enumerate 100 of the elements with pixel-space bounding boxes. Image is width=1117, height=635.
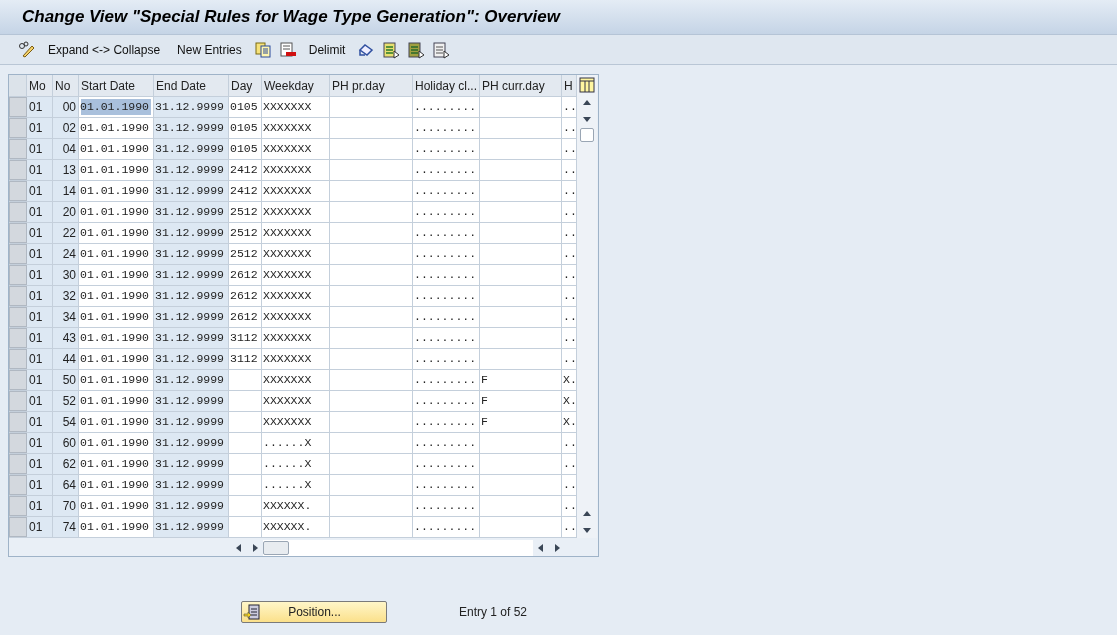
column-header[interactable]: PH curr.day [480, 75, 562, 96]
column-settings-icon[interactable] [578, 75, 596, 95]
delete-row-icon[interactable] [278, 40, 297, 59]
table-cell: 01 [27, 391, 53, 411]
table-cell: 31.12.9999 [154, 433, 229, 453]
table-cell: ......... [413, 139, 480, 159]
table-cell: 52 [53, 391, 79, 411]
table-cell: 01 [27, 286, 53, 306]
scroll-down-icon[interactable] [582, 525, 592, 535]
table-cell: XXXXXX. [262, 496, 330, 516]
table-cell: 01.01.1990 [79, 475, 154, 495]
column-header[interactable]: PH pr.day [330, 75, 413, 96]
column-header[interactable]: Day [229, 75, 262, 96]
table-cell: 60 [53, 433, 79, 453]
window-title: Change View "Special Rules for Wage Type Generation": Overview [22, 6, 560, 29]
table-cell: 01 [27, 433, 53, 453]
deselect-icon[interactable] [432, 40, 451, 59]
table-cell: .. [562, 433, 577, 453]
toolbar-button[interactable]: Delimit [303, 40, 351, 59]
select-block-icon[interactable] [407, 40, 426, 59]
row-selector[interactable] [9, 370, 27, 390]
column-header[interactable]: Weekday [262, 75, 330, 96]
table-cell: .. [562, 244, 577, 264]
table-cell: 62 [53, 454, 79, 474]
row-selector[interactable] [9, 307, 27, 327]
row-selector[interactable] [9, 391, 27, 411]
table-cell: 01 [27, 475, 53, 495]
scroll-thumb[interactable] [580, 128, 594, 142]
table-cell: 31.12.9999 [154, 328, 229, 348]
scroll-thumb[interactable] [263, 541, 289, 555]
table-cell: 3112 [229, 349, 262, 369]
scroll-left-icon[interactable] [536, 543, 546, 553]
table-cell: 2412 [229, 181, 262, 201]
column-header[interactable]: Holiday cl... [413, 75, 480, 96]
table-cell: 20 [53, 202, 79, 222]
table-cell: 31.12.9999 [154, 181, 229, 201]
vertical-scrollbar[interactable] [577, 75, 597, 538]
select-all-corner[interactable] [9, 75, 27, 96]
row-selector[interactable] [9, 160, 27, 180]
table-cell: 01.01.1990 [79, 517, 154, 537]
table-cell: 31.12.9999 [154, 391, 229, 411]
row-selector[interactable] [9, 349, 27, 369]
table-cell: 01 [27, 265, 53, 285]
table-cell: X. [562, 391, 577, 411]
table-cell: 01 [27, 202, 53, 222]
scroll-up-icon[interactable] [582, 509, 592, 519]
scroll-right-icon[interactable] [250, 543, 260, 553]
row-selector[interactable] [9, 433, 27, 453]
table-cell: .. [562, 475, 577, 495]
copy-icon[interactable] [253, 40, 272, 59]
table-cell: 3112 [229, 328, 262, 348]
table-cell: ......X [262, 475, 330, 495]
table-cell: ......... [413, 412, 480, 432]
horizontal-scrollbar[interactable] [263, 540, 533, 556]
row-selector[interactable] [9, 454, 27, 474]
table-cell: 01 [27, 181, 53, 201]
column-header[interactable]: Start Date [79, 75, 154, 96]
row-selector[interactable] [9, 265, 27, 285]
row-selector[interactable] [9, 517, 27, 537]
column-header[interactable]: End Date [154, 75, 229, 96]
row-selector[interactable] [9, 181, 27, 201]
table-cell: 01 [27, 412, 53, 432]
row-selector[interactable] [9, 286, 27, 306]
toolbar-button[interactable]: Expand <-> Collapse [43, 40, 166, 59]
row-selector[interactable] [9, 328, 27, 348]
table-cell: 01.01.1990 [79, 118, 154, 138]
table-cell: XXXXXXX [262, 244, 330, 264]
table-cell: 01.01.1990 [79, 370, 154, 390]
row-selector[interactable] [9, 97, 27, 117]
scroll-left-icon[interactable] [234, 543, 244, 553]
table-cell: F [480, 412, 562, 432]
column-header[interactable]: No [53, 75, 79, 96]
table-cell: 31.12.9999 [154, 286, 229, 306]
row-selector[interactable] [9, 223, 27, 243]
row-selector[interactable] [9, 244, 27, 264]
row-selector[interactable] [9, 118, 27, 138]
table-cell: F [480, 370, 562, 390]
table-cell: .. [562, 181, 577, 201]
table-cell: 01.01.1990 [79, 496, 154, 516]
row-selector[interactable] [9, 202, 27, 222]
position-button[interactable]: Position... [241, 601, 387, 623]
table-cell: 31.12.9999 [154, 517, 229, 537]
table-cell: ......... [413, 496, 480, 516]
scroll-up-icon[interactable] [582, 98, 592, 108]
table-cell: .. [562, 160, 577, 180]
pencil-glasses-icon[interactable] [18, 40, 36, 59]
table-cell: ......... [413, 307, 480, 327]
row-selector[interactable] [9, 412, 27, 432]
toolbar-button[interactable]: New Entries [172, 40, 247, 59]
table-cell: X. [562, 412, 577, 432]
table-cell: 01.01.1990 [79, 139, 154, 159]
scroll-down-icon[interactable] [582, 114, 592, 124]
table-cell: 31.12.9999 [154, 349, 229, 369]
column-header[interactable]: Mo [27, 75, 53, 96]
select-all-icon[interactable] [382, 40, 401, 59]
row-selector[interactable] [9, 496, 27, 516]
scroll-right-icon[interactable] [552, 543, 562, 553]
table-cell: 01 [27, 496, 53, 516]
row-selector[interactable] [9, 475, 27, 495]
row-selector[interactable] [9, 139, 27, 159]
